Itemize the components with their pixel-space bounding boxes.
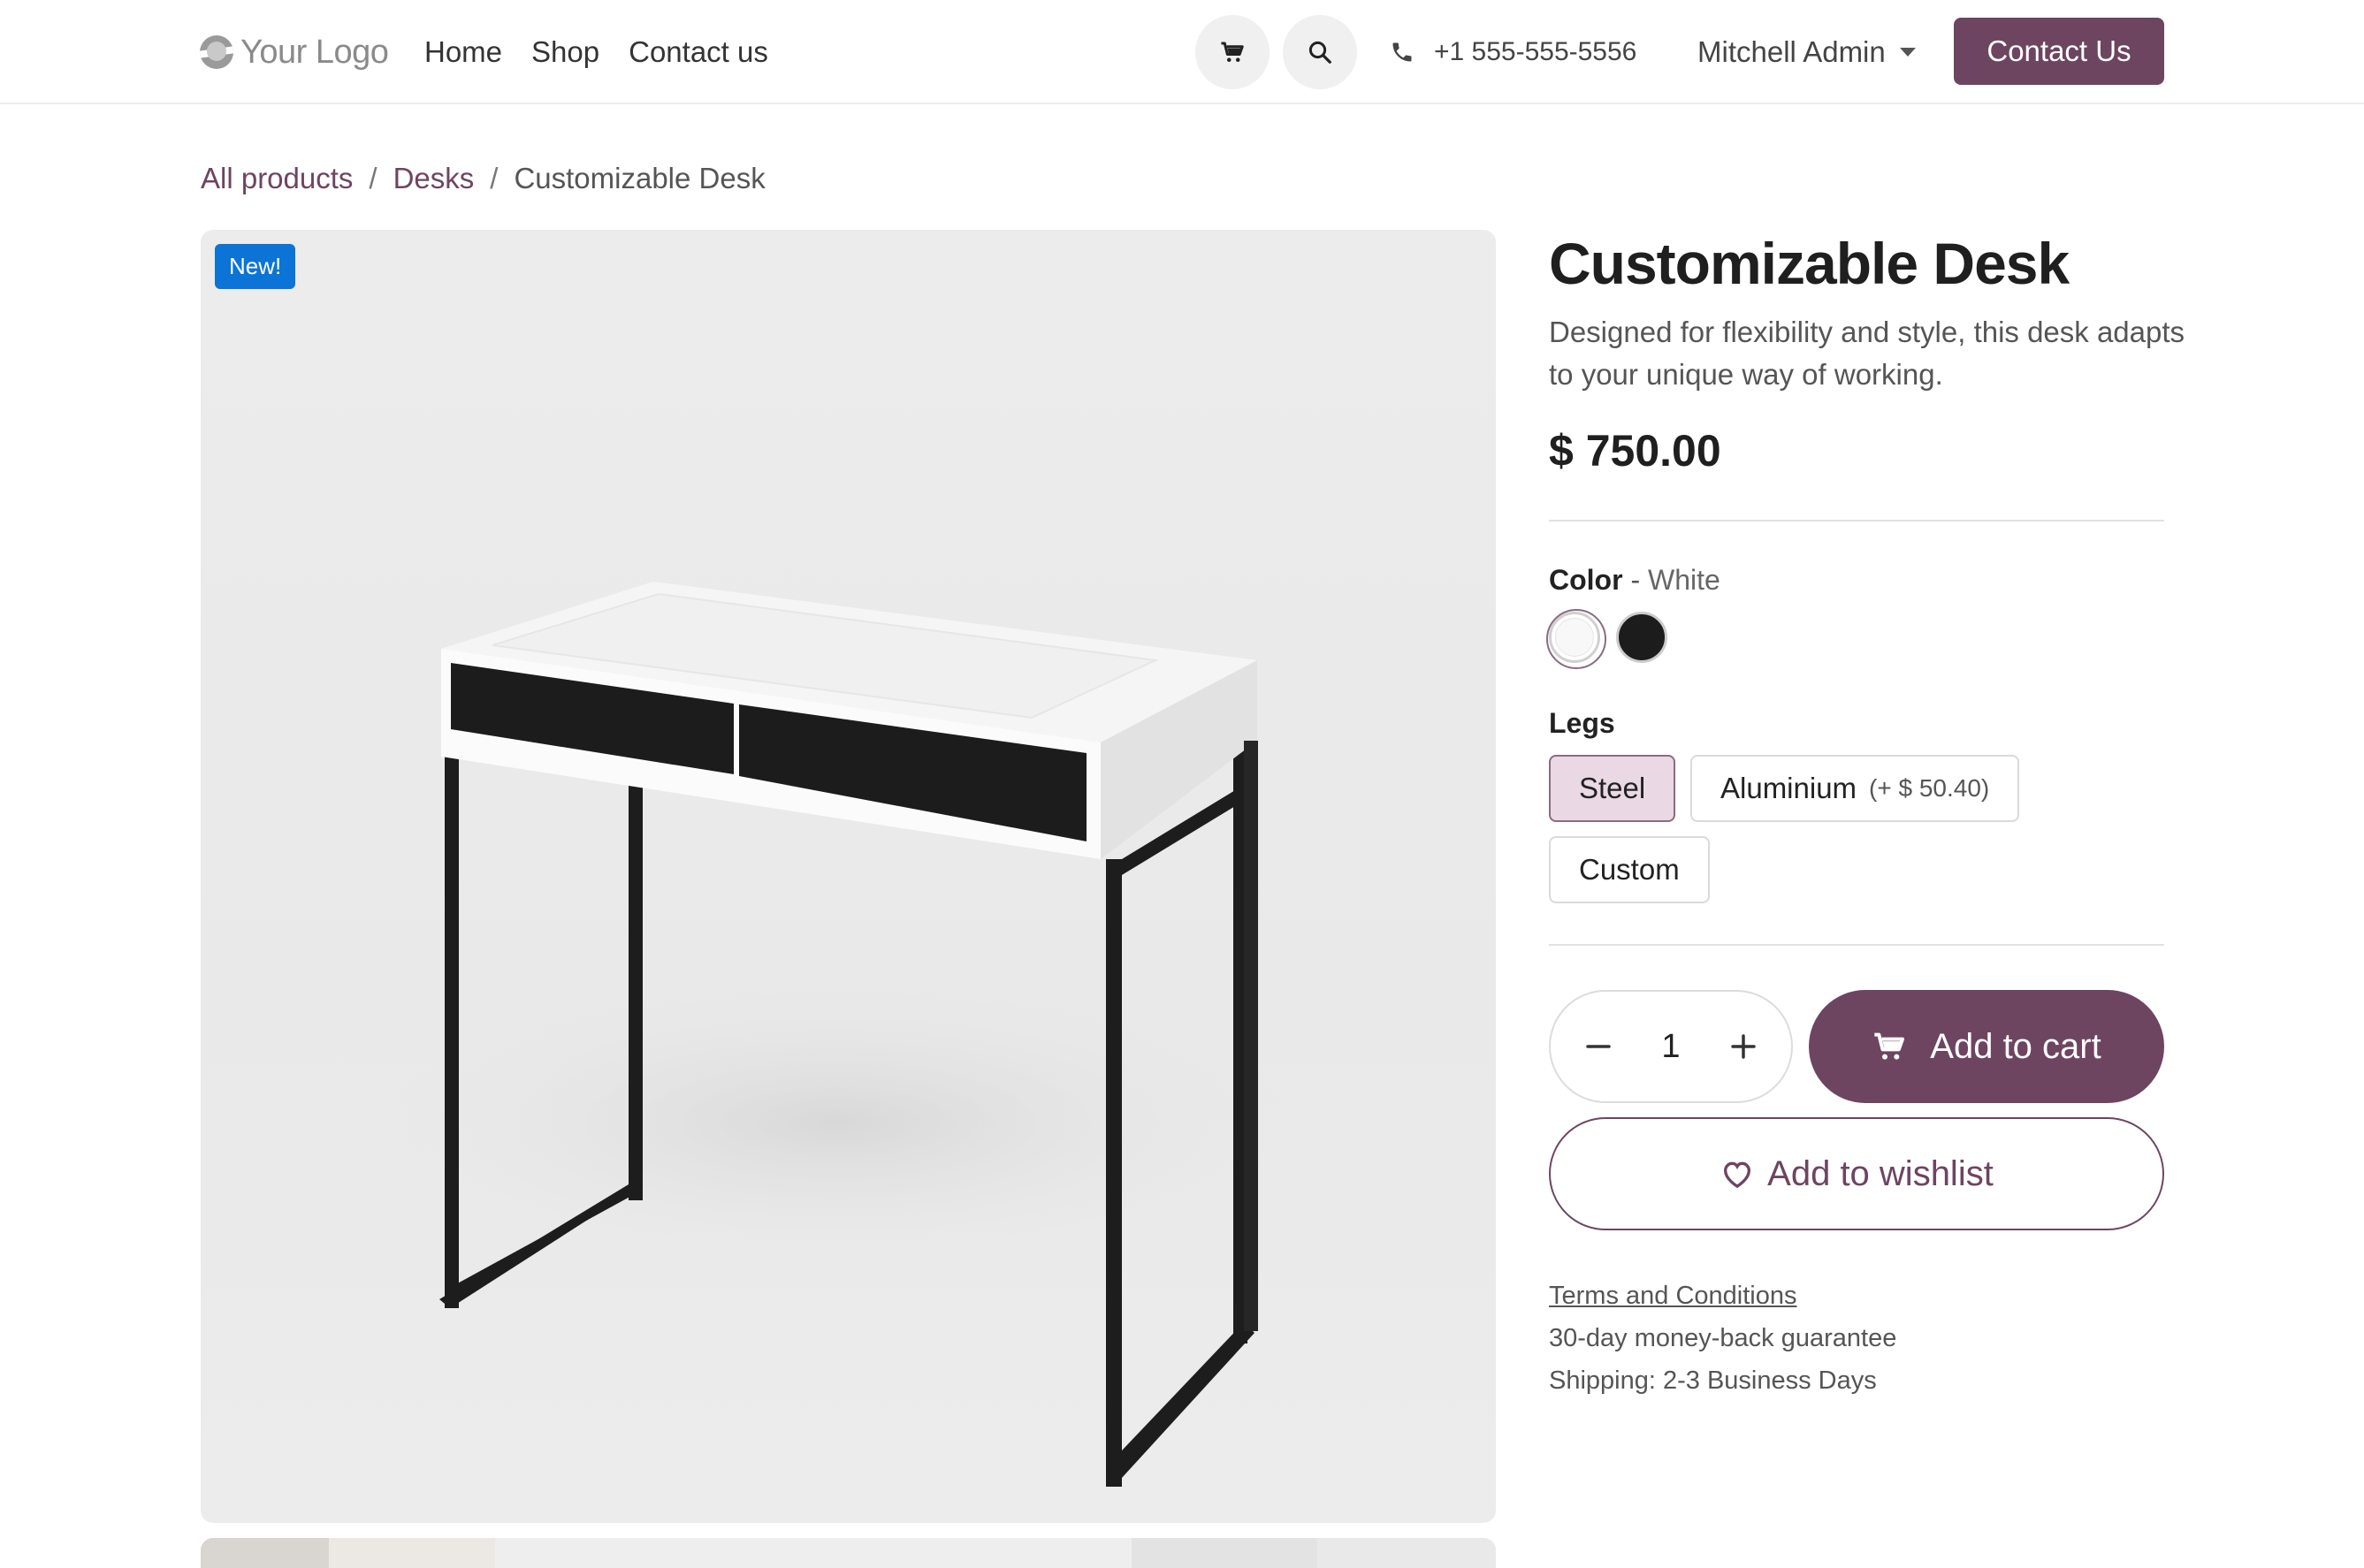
user-name: Mitchell Admin	[1697, 35, 1886, 68]
color-separator: -	[1622, 564, 1648, 596]
cart-button[interactable]	[1195, 15, 1270, 89]
option-label: Steel	[1579, 772, 1646, 804]
desk-illustration	[342, 582, 1332, 1487]
breadcrumb-separator: /	[490, 162, 499, 194]
shipping-text: Shipping: 2-3 Business Days	[1549, 1366, 1877, 1395]
add-to-wishlist-label: Add to wishlist	[1767, 1153, 1994, 1193]
thumbnail[interactable]	[201, 1538, 329, 1568]
option-label: Custom	[1579, 853, 1680, 886]
breadcrumb-all-products[interactable]: All products	[201, 159, 353, 198]
phone-link[interactable]: +1 555-555-5556	[1390, 30, 1636, 74]
contact-us-button[interactable]: Contact Us	[1954, 18, 2164, 85]
breadcrumb-separator: /	[369, 162, 377, 194]
color-swatch-white[interactable]	[1546, 609, 1606, 669]
thumbnail[interactable]	[495, 1538, 1132, 1568]
product-price: $ 750.00	[1549, 426, 1721, 476]
site-header: Your Logo Home Shop Contact us +1 555-55…	[0, 0, 2364, 104]
nav-shop[interactable]: Shop	[531, 30, 599, 74]
quantity-stepper: 1	[1549, 990, 1793, 1103]
increase-quantity-button[interactable]	[1720, 1024, 1766, 1069]
nav-contact[interactable]: Contact us	[629, 30, 768, 74]
cart-icon	[1874, 1032, 1905, 1060]
option-price-extra: (+ $ 50.40)	[1869, 774, 1990, 802]
legs-option-custom[interactable]: Custom	[1549, 836, 1710, 903]
option-label: Aluminium	[1720, 772, 1857, 804]
cart-icon	[1221, 42, 1244, 62]
heart-icon	[1724, 1161, 1751, 1189]
search-button[interactable]	[1283, 15, 1357, 89]
search-icon	[1308, 41, 1331, 64]
logo-text: Your Logo	[240, 33, 389, 71]
logo[interactable]: Your Logo	[200, 30, 389, 74]
decrease-quantity-button[interactable]	[1575, 1024, 1621, 1069]
color-attribute-name: Color	[1549, 564, 1623, 596]
divider	[1549, 944, 2164, 946]
product-title: Customizable Desk	[1549, 231, 2070, 296]
phone-number: +1 555-555-5556	[1434, 37, 1637, 66]
thumbnail-strip[interactable]	[201, 1538, 1496, 1568]
color-swatch-black[interactable]	[1616, 612, 1667, 663]
legs-option-aluminium[interactable]: Aluminium (+ $ 50.40)	[1690, 755, 2020, 822]
add-to-wishlist-button[interactable]: Add to wishlist	[1549, 1117, 2164, 1230]
breadcrumb: All products / Desks / Customizable Desk	[201, 159, 766, 198]
breadcrumb-current: Customizable Desk	[514, 162, 766, 194]
logo-icon	[200, 35, 233, 69]
caret-down-icon	[1899, 48, 1916, 57]
product-image[interactable]: New!	[201, 230, 1496, 1523]
quantity-input[interactable]: 1	[1661, 1028, 1680, 1066]
thumbnail[interactable]	[329, 1538, 495, 1568]
legs-option-steel[interactable]: Steel	[1549, 755, 1676, 822]
product-description: Designed for flexibility and style, this…	[1549, 316, 2185, 391]
minus-icon	[1586, 1045, 1611, 1048]
breadcrumb-desks[interactable]: Desks	[393, 159, 475, 198]
divider	[1549, 520, 2164, 521]
thumbnail[interactable]	[1317, 1538, 1496, 1568]
phone-icon	[1392, 42, 1412, 62]
new-badge: New!	[215, 244, 296, 289]
user-menu[interactable]: Mitchell Admin	[1697, 30, 1916, 74]
nav-home[interactable]: Home	[424, 30, 502, 74]
thumbnail[interactable]	[1132, 1538, 1317, 1568]
terms-link[interactable]: Terms and Conditions	[1549, 1280, 1796, 1312]
legs-label: Legs	[1549, 707, 1615, 739]
main-nav: Home Shop Contact us	[424, 30, 768, 74]
plus-icon	[1731, 1034, 1756, 1059]
add-to-cart-button[interactable]: Add to cart	[1809, 990, 2164, 1103]
guarantee-text: 30-day money-back guarantee	[1549, 1324, 1897, 1352]
color-value: White	[1647, 564, 1720, 596]
color-label: Color - White	[1549, 562, 1720, 598]
add-to-cart-label: Add to cart	[1930, 1026, 2101, 1066]
